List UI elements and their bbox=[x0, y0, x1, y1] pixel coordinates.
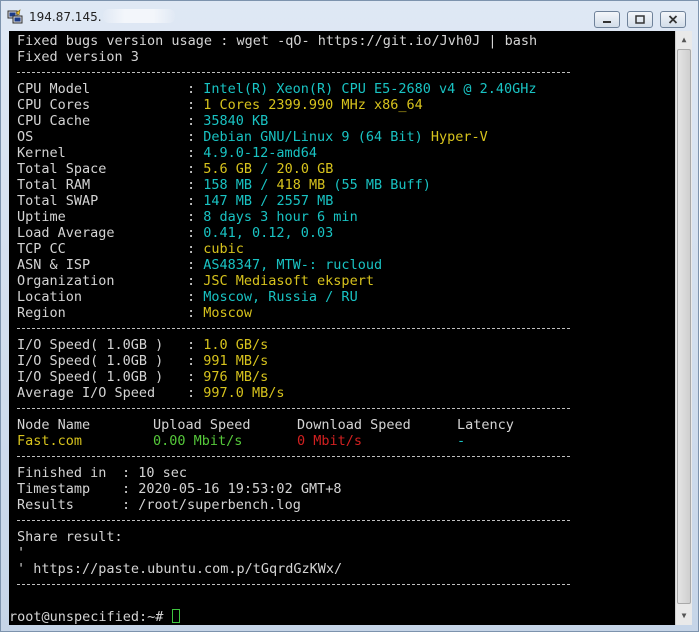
terminal-window: 194.87.145. Fixed bugs version usage : w… bbox=[0, 0, 699, 632]
separator bbox=[17, 520, 570, 521]
shell-prompt[interactable]: root@unspecified:~# bbox=[9, 609, 180, 625]
total-swap-line: Total SWAP: 147 MB / 2557 MB bbox=[17, 193, 334, 209]
io-speed-line-2: I/O Speed( 1.0GB ): 991 MB/s bbox=[17, 353, 269, 369]
scroll-up-arrow-icon[interactable]: ▲ bbox=[676, 31, 692, 48]
cpu-cache-line: CPU Cache: 35840 KB bbox=[17, 113, 269, 129]
separator bbox=[17, 72, 570, 73]
finished-line: Finished in: 10 sec bbox=[17, 465, 188, 481]
share-url-line[interactable]: ' https://paste.ubuntu.com.p/tGqrdGzKWx/ bbox=[17, 561, 342, 577]
load-average-line: Load Average: 0.41, 0.12, 0.03 bbox=[17, 225, 334, 241]
tcp-cc-line: TCP CC: cubic bbox=[17, 241, 244, 257]
io-speed-line-1: I/O Speed( 1.0GB ): 1.0 GB/s bbox=[17, 337, 269, 353]
separator bbox=[17, 328, 570, 329]
io-speed-line-3: I/O Speed( 1.0GB ): 976 MB/s bbox=[17, 369, 269, 385]
separator bbox=[17, 584, 570, 585]
results-line: Results: /root/superbench.log bbox=[17, 497, 301, 513]
timestamp-line: Timestamp: 2020-05-16 19:53:02 GMT+8 bbox=[17, 481, 342, 497]
region-line: Region: Moscow bbox=[17, 305, 253, 321]
redacted-title-area bbox=[103, 9, 175, 23]
window-title: 194.87.145. bbox=[29, 10, 102, 24]
close-button[interactable] bbox=[660, 11, 686, 28]
kernel-line: Kernel: 4.9.0-12-amd64 bbox=[17, 145, 318, 161]
maximize-icon bbox=[635, 15, 645, 24]
putty-icon bbox=[7, 9, 23, 24]
text-cursor bbox=[171, 609, 180, 623]
separator bbox=[17, 408, 570, 409]
minimize-button[interactable] bbox=[594, 11, 620, 28]
organization-line: Organization: JSC Mediasoft ekspert bbox=[17, 273, 374, 289]
terminal-output[interactable]: Fixed bugs version usage : wget -qO- htt… bbox=[9, 31, 675, 625]
cpu-model-line: CPU Model: Intel(R) Xeon(R) CPU E5-2680 … bbox=[17, 81, 537, 97]
share-url-link[interactable]: https://paste.ubuntu.com.p/tGqrdGzKWx/ bbox=[33, 561, 342, 577]
total-space-line: Total Space: 5.6 GB / 20.0 GB bbox=[17, 161, 334, 177]
uptime-line: Uptime: 8 days 3 hour 6 min bbox=[17, 209, 358, 225]
io-average-line: Average I/O Speed: 997.0 MB/s bbox=[17, 385, 285, 401]
header-line-2: Fixed version 3 bbox=[17, 49, 139, 65]
minimize-icon bbox=[603, 21, 611, 23]
location-line: Location: Moscow, Russia / RU bbox=[17, 289, 358, 305]
speedtest-header: Node Name Upload Speed Download Speed Laten… bbox=[17, 417, 514, 433]
vertical-scrollbar[interactable]: ▲ ▼ bbox=[675, 31, 692, 625]
title-bar[interactable]: 194.87.145. bbox=[1, 1, 698, 31]
asn-isp-line: ASN & ISP: AS48347, MTW-: rucloud bbox=[17, 257, 383, 273]
total-ram-line: Total RAM: 158 MB / 418 MB (55 MB Buff) bbox=[17, 177, 431, 193]
share-heading: Share result: bbox=[17, 529, 123, 545]
maximize-button[interactable] bbox=[627, 11, 653, 28]
separator bbox=[17, 456, 570, 457]
scrollbar-thumb[interactable] bbox=[677, 49, 691, 604]
header-line-1: Fixed bugs version usage : wget -qO- htt… bbox=[17, 33, 538, 49]
cpu-cores-line: CPU Cores: 1 Cores 2399.990 MHz x86_64 bbox=[17, 97, 423, 113]
close-icon bbox=[668, 15, 678, 24]
share-tick: ' bbox=[17, 545, 26, 561]
speedtest-row: Fast.com 0.00 Mbit/s 0 Mbit/s - bbox=[17, 433, 466, 449]
os-line: OS: Debian GNU/Linux 9 (64 Bit) Hyper-V bbox=[17, 129, 488, 145]
scroll-down-arrow-icon[interactable]: ▼ bbox=[676, 607, 692, 624]
